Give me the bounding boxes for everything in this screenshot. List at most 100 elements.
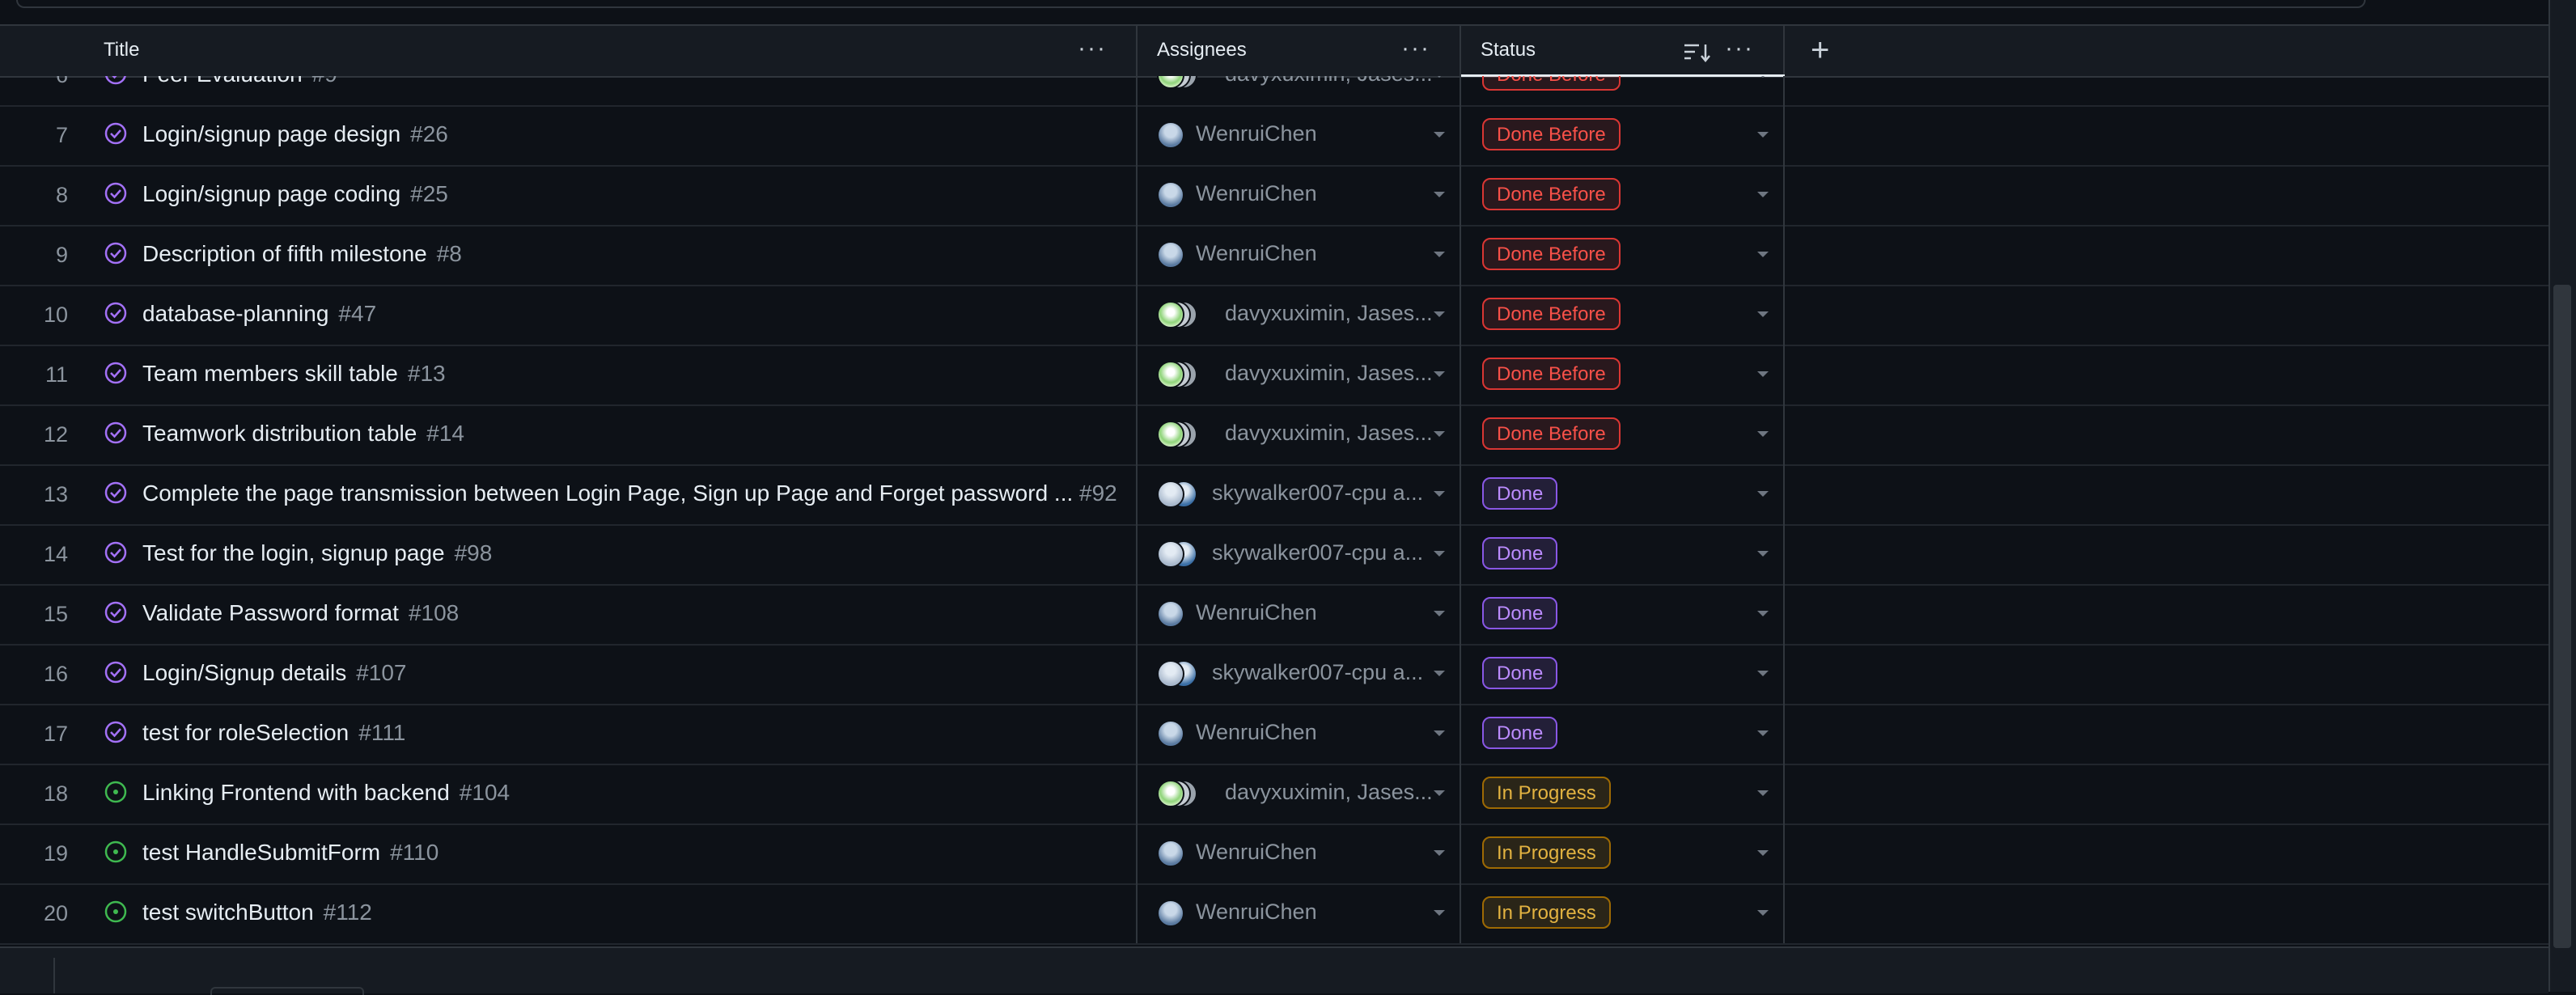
issue-title-text[interactable]: Login/signup page design bbox=[142, 121, 400, 146]
table-row[interactable]: 20 test switchButton #112 WenruiChen In Prog… bbox=[0, 883, 2548, 945]
issue-title-text[interactable]: test HandleSubmitForm bbox=[142, 840, 380, 865]
issue-title-link[interactable]: Team members skill table #13 bbox=[142, 361, 446, 387]
status-badge[interactable]: Done Before bbox=[1482, 238, 1621, 270]
table-row[interactable]: 15 Validate Password format #108 WenruiChen… bbox=[0, 584, 2548, 646]
status-badge[interactable]: Done bbox=[1482, 657, 1558, 689]
status-badge[interactable]: Done Before bbox=[1482, 76, 1621, 91]
assignees-column-menu-icon[interactable]: ··· bbox=[1401, 36, 1430, 61]
issue-title-text[interactable]: Peer Evaluation bbox=[142, 76, 303, 87]
issue-title-link[interactable]: Validate Password format #108 bbox=[142, 600, 459, 626]
issue-title-link[interactable]: Login/signup page design #26 bbox=[142, 121, 448, 147]
status-badge[interactable]: Done Before bbox=[1482, 178, 1621, 210]
status-badge[interactable]: Done bbox=[1482, 597, 1558, 629]
status-dropdown-chevron-icon[interactable] bbox=[1757, 311, 1769, 317]
column-header-status[interactable]: Status ··· bbox=[1461, 26, 1783, 76]
table-row[interactable]: 10 database-planning #47 davyxuximin, Jases… bbox=[0, 285, 2548, 346]
status-badge[interactable]: Done bbox=[1482, 537, 1558, 569]
status-dropdown-chevron-icon[interactable] bbox=[1757, 850, 1769, 856]
table-row[interactable]: 9 Description of fifth milestone #8 WenruiC… bbox=[0, 225, 2548, 286]
status-badge[interactable]: In Progress bbox=[1482, 777, 1611, 809]
scrollbar-thumb[interactable] bbox=[2553, 285, 2571, 948]
status-badge[interactable]: Done Before bbox=[1482, 417, 1621, 450]
assignee-names[interactable]: davyxuximin, Jases... bbox=[1225, 361, 1433, 386]
issue-title-text[interactable]: test for roleSelection bbox=[142, 720, 349, 745]
assignee-dropdown-chevron-icon[interactable] bbox=[1434, 671, 1445, 676]
assignee-dropdown-chevron-icon[interactable] bbox=[1434, 491, 1445, 497]
table-row[interactable]: 6 Peer Evaluation #9 davyxuximin, Jases... D… bbox=[0, 76, 2548, 107]
issue-title-link[interactable]: test switchButton #112 bbox=[142, 900, 372, 925]
issue-title-link[interactable]: Login/Signup details #107 bbox=[142, 660, 407, 686]
status-dropdown-chevron-icon[interactable] bbox=[1757, 192, 1769, 197]
sort-descending-icon[interactable] bbox=[1683, 42, 1712, 63]
status-badge[interactable]: Done bbox=[1482, 477, 1558, 510]
issue-title-text[interactable]: Team members skill table bbox=[142, 361, 398, 386]
status-dropdown-chevron-icon[interactable] bbox=[1757, 491, 1769, 497]
issue-title-text[interactable]: Login/signup page coding bbox=[142, 181, 400, 206]
assignee-dropdown-chevron-icon[interactable] bbox=[1434, 730, 1445, 736]
issue-title-link[interactable]: Linking Frontend with backend #104 bbox=[142, 780, 510, 806]
status-dropdown-chevron-icon[interactable] bbox=[1757, 551, 1769, 557]
assignee-names[interactable]: WenruiChen bbox=[1196, 720, 1317, 745]
issue-title-link[interactable]: Description of fifth milestone #8 bbox=[142, 241, 462, 267]
assignee-dropdown-chevron-icon[interactable] bbox=[1434, 850, 1445, 856]
status-dropdown-chevron-icon[interactable] bbox=[1757, 76, 1769, 78]
assignee-names[interactable]: davyxuximin, Jases... bbox=[1225, 421, 1433, 446]
issue-title-text[interactable]: Complete the page transmission between L… bbox=[142, 481, 1073, 506]
issue-title-text[interactable]: Test for the login, signup page bbox=[142, 540, 445, 565]
issue-title-link[interactable]: test for roleSelection #111 bbox=[142, 720, 405, 746]
status-dropdown-chevron-icon[interactable] bbox=[1757, 671, 1769, 676]
assignee-dropdown-chevron-icon[interactable] bbox=[1434, 76, 1445, 78]
assignee-dropdown-chevron-icon[interactable] bbox=[1434, 252, 1445, 257]
status-dropdown-chevron-icon[interactable] bbox=[1757, 132, 1769, 138]
assignee-names[interactable]: WenruiChen bbox=[1196, 181, 1317, 206]
column-header-title[interactable]: Title ··· bbox=[84, 26, 1136, 76]
table-row[interactable]: 7 Login/signup page design #26 WenruiChen Do… bbox=[0, 105, 2548, 167]
status-dropdown-chevron-icon[interactable] bbox=[1757, 431, 1769, 437]
search-bar-edge[interactable] bbox=[16, 0, 2366, 8]
assignee-names[interactable]: skywalker007-cpu a... bbox=[1212, 481, 1423, 506]
issue-title-link[interactable]: Test for the login, signup page #98 bbox=[142, 540, 492, 566]
assignee-dropdown-chevron-icon[interactable] bbox=[1434, 910, 1445, 916]
assignee-dropdown-chevron-icon[interactable] bbox=[1434, 611, 1445, 616]
table-row[interactable]: 18 Linking Frontend with backend #104 davyx… bbox=[0, 764, 2548, 825]
issue-title-link[interactable]: Login/signup page coding #25 bbox=[142, 181, 448, 207]
assignee-names[interactable]: WenruiChen bbox=[1196, 241, 1317, 266]
status-dropdown-chevron-icon[interactable] bbox=[1757, 730, 1769, 736]
issue-title-text[interactable]: Linking Frontend with backend bbox=[142, 780, 450, 805]
issue-title-text[interactable]: test switchButton bbox=[142, 900, 314, 925]
status-dropdown-chevron-icon[interactable] bbox=[1757, 910, 1769, 916]
title-column-menu-icon[interactable]: ··· bbox=[1078, 36, 1107, 61]
assignee-dropdown-chevron-icon[interactable] bbox=[1434, 551, 1445, 557]
issue-title-link[interactable]: test HandleSubmitForm #110 bbox=[142, 840, 439, 866]
issue-title-link[interactable]: database-planning #47 bbox=[142, 301, 376, 327]
assignee-dropdown-chevron-icon[interactable] bbox=[1434, 431, 1445, 437]
assignee-dropdown-chevron-icon[interactable] bbox=[1434, 311, 1445, 317]
status-badge[interactable]: In Progress bbox=[1482, 836, 1611, 869]
issue-title-text[interactable]: Description of fifth milestone bbox=[142, 241, 427, 266]
issue-title-text[interactable]: Validate Password format bbox=[142, 600, 399, 625]
assignee-names[interactable]: skywalker007-cpu a... bbox=[1212, 540, 1423, 565]
issue-title-text[interactable]: database-planning bbox=[142, 301, 328, 326]
status-dropdown-chevron-icon[interactable] bbox=[1757, 790, 1769, 796]
status-dropdown-chevron-icon[interactable] bbox=[1757, 611, 1769, 616]
status-badge[interactable]: Done bbox=[1482, 717, 1558, 749]
status-badge[interactable]: Done Before bbox=[1482, 118, 1621, 150]
status-dropdown-chevron-icon[interactable] bbox=[1757, 252, 1769, 257]
status-badge[interactable]: Done Before bbox=[1482, 358, 1621, 390]
assignee-dropdown-chevron-icon[interactable] bbox=[1434, 371, 1445, 377]
issue-title-text[interactable]: Teamwork distribution table bbox=[142, 421, 417, 446]
assignee-names[interactable]: WenruiChen bbox=[1196, 900, 1317, 925]
status-badge[interactable]: Done Before bbox=[1482, 298, 1621, 330]
table-row[interactable]: 14 Test for the login, signup page #98 skyw… bbox=[0, 524, 2548, 586]
footer-tab[interactable] bbox=[210, 987, 364, 995]
table-row[interactable]: 8 Login/signup page coding #25 WenruiChen Do… bbox=[0, 165, 2548, 227]
assignee-names[interactable]: davyxuximin, Jases... bbox=[1225, 76, 1433, 87]
table-row[interactable]: 11 Team members skill table #13 davyxuximin… bbox=[0, 345, 2548, 406]
issue-title-link[interactable]: Peer Evaluation #9 bbox=[142, 76, 337, 87]
assignee-names[interactable]: WenruiChen bbox=[1196, 600, 1317, 625]
issue-title-text[interactable]: Login/Signup details bbox=[142, 660, 346, 685]
issue-title-link[interactable]: Complete the page transmission between L… bbox=[142, 481, 1117, 506]
assignee-dropdown-chevron-icon[interactable] bbox=[1434, 192, 1445, 197]
status-column-menu-icon[interactable]: ··· bbox=[1725, 36, 1754, 61]
assignee-names[interactable]: WenruiChen bbox=[1196, 840, 1317, 865]
